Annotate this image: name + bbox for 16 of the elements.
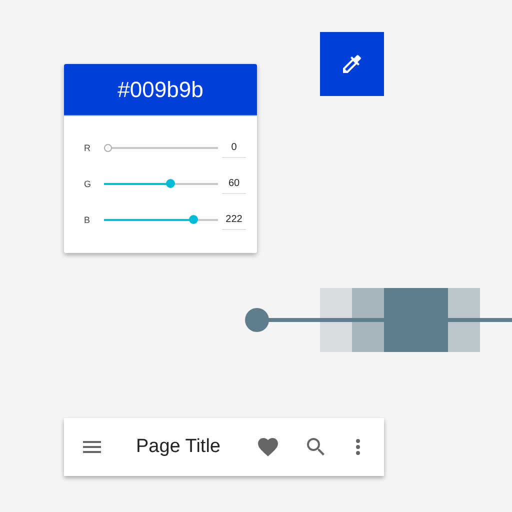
eyedropper-icon	[340, 52, 364, 76]
channel-label: B	[84, 215, 92, 225]
color-swatch[interactable]	[384, 288, 448, 352]
channel-value-field[interactable]: 222	[222, 210, 246, 230]
channel-value-field[interactable]: 60	[222, 174, 246, 194]
heart-icon[interactable]	[256, 435, 280, 459]
hex-value: #009b9b	[64, 64, 257, 116]
color-swatch[interactable]	[320, 288, 352, 352]
color-swatch[interactable]	[448, 288, 480, 352]
channel-value-field[interactable]: 0	[222, 138, 246, 158]
color-swatch[interactable]	[352, 288, 384, 352]
page-title: Page Title	[136, 436, 222, 458]
eyedropper-button[interactable]	[320, 32, 384, 96]
channel-label: R	[84, 143, 92, 153]
channel-label: G	[84, 179, 92, 189]
slider-handle[interactable]	[245, 308, 269, 332]
